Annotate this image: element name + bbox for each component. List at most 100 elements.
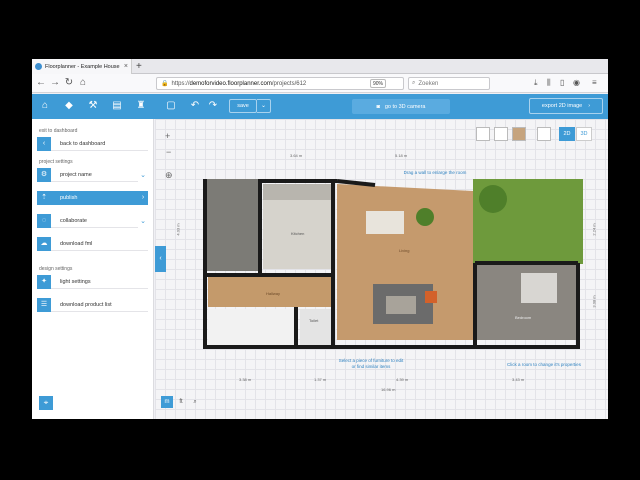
url-path: /projects/612 — [271, 80, 307, 87]
armchair[interactable] — [425, 291, 437, 303]
floor-plan: Kitchen Living Hallway Toilet Bedroom — [203, 179, 583, 349]
center-view-icon[interactable]: ⊕ — [165, 170, 173, 181]
sidebar: exit to dashboard ‹ back to dashboard pr… — [32, 119, 154, 419]
sidebar-item-collaborate[interactable]: ◌ collaborate ⌄ — [37, 214, 148, 228]
sidebar-item-label: project name — [51, 168, 138, 182]
measure-left: 4.03 m — [175, 223, 181, 236]
chevron-down-icon: ⌄ — [140, 172, 146, 179]
location-pin-icon[interactable]: ⌖ — [39, 396, 53, 410]
library-icon[interactable]: ⫼ — [547, 78, 551, 88]
lock-icon: 🔒 — [161, 81, 169, 87]
room-label-living: Living — [399, 248, 409, 253]
view-style-1-icon[interactable] — [476, 127, 490, 141]
bed[interactable] — [521, 273, 557, 303]
chevron-right-icon: › — [138, 191, 148, 205]
house-icon[interactable]: ⌂ — [39, 100, 51, 112]
garden-tree-icon — [479, 185, 507, 213]
zoom-out-icon[interactable]: − — [166, 147, 171, 157]
extension-icon[interactable]: ◉ — [573, 78, 580, 87]
chevron-down-icon[interactable]: ⌄ — [257, 99, 271, 113]
tab-strip: Floorplanner - Example House × + — [32, 59, 608, 74]
sidebar-item-label: light settings — [51, 275, 148, 289]
layers-icon[interactable]: ◆ — [63, 100, 75, 112]
zoom-in-icon[interactable]: + — [165, 131, 170, 141]
measure-bottom-1: 3.38 m — [239, 377, 252, 382]
tab-title: Floorplanner - Example House — [45, 63, 120, 70]
new-tab-button[interactable]: + — [136, 60, 142, 73]
stone-terrace[interactable] — [203, 179, 258, 271]
gear-icon: ⚙ — [37, 168, 51, 182]
hint-wall: Drag a wall to enlarge the room — [403, 170, 467, 175]
measure-right-1: 2.24 m — [591, 223, 597, 236]
search-icon[interactable]: ⌕ — [189, 396, 201, 408]
menu-icon[interactable]: ≡ — [592, 78, 597, 87]
lightbulb-icon: ✦ — [37, 275, 51, 289]
sidebar-item-label: download fml — [51, 237, 148, 251]
exit-section-label: exit to dashboard — [39, 128, 78, 134]
back-arrow-icon[interactable]: ← — [35, 77, 47, 89]
save-button[interactable]: save — [229, 99, 257, 113]
dining-table[interactable] — [366, 211, 404, 234]
hint-room: Click a room to change it's properties — [507, 362, 581, 367]
browser-tab[interactable]: Floorplanner - Example House × — [32, 59, 132, 74]
chevron-down-icon: ⌄ — [140, 218, 146, 225]
photo-view-icon[interactable] — [537, 127, 551, 141]
file-icon[interactable]: ▢ — [165, 100, 177, 112]
redo-icon[interactable]: ↷ — [207, 100, 219, 112]
zoom-indicator[interactable]: 90% — [370, 79, 386, 88]
chair-icon[interactable]: ♜ — [135, 100, 147, 112]
room-label-hallway: Hallway — [266, 291, 280, 296]
design-settings-label: design settings — [39, 266, 73, 272]
hint-furniture: Select a piece of furniture to edit or f… — [338, 358, 404, 369]
download-icon[interactable]: ⤓ — [534, 78, 538, 88]
view-style-3-icon[interactable] — [512, 127, 526, 141]
close-icon[interactable]: × — [124, 63, 128, 70]
unit-ft-button[interactable]: ft — [175, 396, 187, 408]
forward-arrow-icon[interactable]: → — [49, 77, 61, 89]
sidebar-item-download-product-list[interactable]: ☰ download product list — [37, 298, 148, 312]
sidebar-item-publish[interactable]: ⇡ publish › — [37, 191, 148, 205]
search-bar[interactable]: ⌕ Zoeken — [408, 77, 490, 90]
home-icon[interactable]: ⌂ — [77, 77, 89, 89]
unit-m-button[interactable]: m — [161, 396, 173, 408]
export-2d-button[interactable]: export 2D image › — [529, 98, 603, 114]
search-placeholder: Zoeken — [418, 80, 439, 87]
measure-right-2: 3.08 m — [591, 295, 597, 308]
chat-icon: ◌ — [37, 214, 51, 228]
camera-icon: ◙ — [376, 103, 380, 110]
view-style-2-icon[interactable] — [494, 127, 508, 141]
sidebar-item-project-name[interactable]: ⚙ project name ⌄ — [37, 168, 148, 182]
upload-icon: ⇡ — [37, 191, 51, 205]
measure-total: 16.96 m — [381, 387, 396, 392]
staircase[interactable] — [208, 309, 294, 345]
3d-camera-button[interactable]: ◙ go to 3D camera — [352, 99, 450, 114]
url-host: demoforvideo.floorplanner.com — [189, 80, 272, 87]
collapse-sidebar-button[interactable]: ‹ — [155, 246, 166, 272]
search-icon: ⌕ — [412, 80, 416, 86]
sidebar-item-label: download product list — [51, 298, 148, 312]
room-label-toilet: Toilet — [309, 318, 319, 323]
3d-mode-button[interactable]: 3D — [576, 127, 592, 141]
sidebar-icon[interactable]: ▯ — [560, 78, 564, 87]
measure-bottom-2: 1.37 m — [314, 377, 327, 382]
sidebar-item-label: collaborate — [51, 214, 138, 228]
cloud-download-icon: ☁ — [37, 237, 51, 251]
comment-icon[interactable]: ▤ — [111, 100, 123, 112]
app-toolbar: ⌂ ◆ ⚒ ▤ ♜ ▢ ↶ ↷ save ⌄ ◙ go to 3D camera… — [32, 94, 608, 119]
undo-icon[interactable]: ↶ — [189, 100, 201, 112]
measure-bottom-3: 4.39 m — [396, 377, 409, 382]
hammer-icon[interactable]: ⚒ — [87, 100, 99, 112]
coffee-table[interactable] — [386, 296, 416, 314]
sidebar-item-download-fml[interactable]: ☁ download fml — [37, 237, 148, 251]
url-bar[interactable]: 🔒 https:// demoforvideo.floorplanner.com… — [156, 77, 404, 90]
export-label: export 2D image — [541, 103, 583, 109]
project-settings-label: project settings — [39, 159, 73, 165]
back-to-dashboard-button[interactable]: ‹ back to dashboard — [37, 137, 148, 151]
toilet-floor[interactable] — [300, 309, 334, 345]
2d-mode-button[interactable]: 2D — [559, 127, 575, 141]
url-prefix: https:// — [171, 80, 190, 87]
reload-icon[interactable]: ↻ — [63, 77, 75, 89]
measure-top-1: 3.64 m — [290, 153, 303, 158]
kitchen-counter[interactable] — [263, 184, 331, 200]
sidebar-item-light-settings[interactable]: ✦ light settings — [37, 275, 148, 289]
